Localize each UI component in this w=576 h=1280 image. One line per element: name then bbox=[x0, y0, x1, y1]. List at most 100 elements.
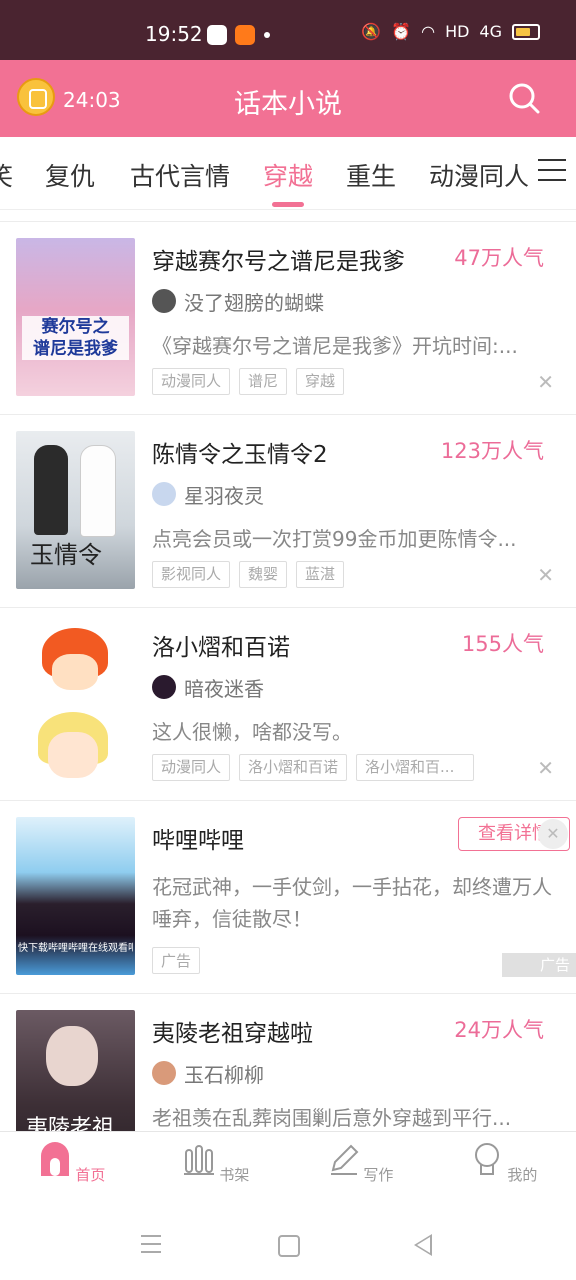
dismiss-icon[interactable]: ✕ bbox=[537, 370, 554, 394]
bookshelf-icon bbox=[183, 1145, 214, 1175]
tag[interactable]: 穿越 bbox=[296, 368, 345, 395]
system-navigation-bar bbox=[0, 1211, 576, 1280]
tab-revenge[interactable]: 复仇 bbox=[45, 157, 95, 193]
book-description: 老祖羡在乱葬岗围剿后意外穿越到平行... bbox=[152, 1106, 512, 1130]
status-time: 19:52 bbox=[145, 22, 203, 46]
alarm-icon: ⏰ bbox=[391, 22, 412, 41]
book-cover[interactable] bbox=[16, 624, 135, 782]
wifi-icon: ◠ bbox=[421, 22, 436, 41]
profile-icon bbox=[474, 1143, 499, 1175]
network-type: HD bbox=[445, 22, 470, 41]
tag-list: 影视同人 魏婴 蓝湛 bbox=[152, 561, 345, 588]
book-list[interactable]: 赛尔号之 谱尼是我爹 穿越赛尔号之谱尼是我爹 47万人气 没了翅膀的蝴蝶 《穿越… bbox=[0, 221, 576, 1132]
nav-bookshelf[interactable]: 书架 bbox=[176, 1142, 256, 1185]
nav-home[interactable]: 首页 bbox=[32, 1142, 112, 1185]
book-cover[interactable]: 赛尔号之 谱尼是我爹 bbox=[16, 238, 135, 396]
ad-tag: 广告 bbox=[152, 947, 201, 974]
author-row[interactable]: 星羽夜灵 bbox=[152, 481, 264, 508]
avatar bbox=[152, 675, 176, 699]
popularity: 123万人气 bbox=[440, 439, 544, 463]
recent-apps-icon[interactable] bbox=[141, 1235, 161, 1253]
battery-icon bbox=[512, 23, 540, 40]
tag-list: 动漫同人 洛小熠和百诺 洛小熠和百... bbox=[152, 754, 475, 781]
ad-close-icon[interactable]: ✕ bbox=[538, 819, 568, 849]
author-row[interactable]: 没了翅膀的蝴蝶 bbox=[152, 288, 324, 315]
cover-title: 谱尼是我爹 bbox=[33, 339, 118, 359]
author-row[interactable]: 暗夜迷香 bbox=[152, 674, 264, 701]
bottom-navigation: 首页 书架 写作 我的 bbox=[0, 1131, 576, 1212]
ad-title[interactable]: 哔哩哔哩 bbox=[152, 821, 244, 855]
nav-write[interactable]: 写作 bbox=[320, 1142, 400, 1185]
nav-label: 写作 bbox=[363, 1166, 394, 1184]
list-item[interactable]: 夷陵老祖 夷陵老祖穿越啦 24万人气 玉石柳柳 老祖羡在乱葬岗围剿后意外穿越到平… bbox=[0, 994, 576, 1132]
dismiss-icon[interactable]: ✕ bbox=[537, 563, 554, 587]
cover-title: 玉情令 bbox=[30, 541, 102, 569]
tab-anime-fanfic[interactable]: 动漫同人 bbox=[429, 157, 529, 193]
ad-description: 花冠武神，一手仗剑，一手拈花，却终遭万人唾弃，信徒散尽！ bbox=[152, 875, 552, 931]
tag[interactable]: 动漫同人 bbox=[152, 368, 231, 395]
book-title[interactable]: 穿越赛尔号之谱尼是我爹 bbox=[152, 242, 405, 276]
tag[interactable]: 魏婴 bbox=[239, 561, 288, 588]
popularity: 155人气 bbox=[461, 632, 544, 656]
author-name: 星羽夜灵 bbox=[184, 483, 264, 508]
status-indicators: 🔕 ⏰ ◠ HD 4G bbox=[361, 22, 540, 41]
book-title[interactable]: 洛小熠和百诺 bbox=[152, 628, 290, 662]
author-name: 玉石柳柳 bbox=[184, 1062, 264, 1087]
book-description: 《穿越赛尔号之谱尼是我爹》开坑时间:... bbox=[152, 334, 518, 358]
tab-time-travel[interactable]: 穿越 bbox=[263, 157, 313, 193]
popularity: 24万人气 bbox=[454, 1018, 544, 1042]
tag[interactable]: 谱尼 bbox=[239, 368, 288, 395]
app-header: 24:03 话本小说 bbox=[0, 60, 576, 137]
ad-item[interactable]: 快下载哔哩哔哩在线观看吧 哔哩哔哩 查看详情 ✕ 花冠武神，一手仗剑，一手拈花，… bbox=[0, 801, 576, 994]
tag[interactable]: 动漫同人 bbox=[152, 754, 231, 781]
tab-ancient-romance[interactable]: 古代言情 bbox=[130, 157, 230, 193]
tab-comedy[interactable]: 笑 bbox=[0, 157, 13, 193]
nav-label: 我的 bbox=[507, 1166, 538, 1184]
book-cover[interactable]: 玉情令 bbox=[16, 431, 135, 589]
tag[interactable]: 洛小熠和百... bbox=[356, 754, 475, 781]
ad-banner-text: 快下载哔哩哔哩在线观看吧 bbox=[18, 943, 133, 954]
signal-type: 4G bbox=[479, 22, 502, 41]
book-title[interactable]: 夷陵老祖穿越啦 bbox=[152, 1014, 313, 1048]
pen-icon bbox=[330, 1144, 359, 1175]
book-description: 这人很懒，啥都没写。 bbox=[152, 720, 352, 744]
author-row[interactable]: 玉石柳柳 bbox=[152, 1060, 264, 1087]
dismiss-icon[interactable]: ✕ bbox=[537, 756, 554, 780]
nav-label: 书架 bbox=[219, 1166, 250, 1184]
active-tab-indicator bbox=[272, 202, 304, 207]
notification-app-icon bbox=[235, 25, 255, 45]
tag[interactable]: 蓝湛 bbox=[296, 561, 345, 588]
ad-label: 广告 bbox=[502, 953, 576, 977]
ad-image[interactable]: 快下载哔哩哔哩在线观看吧 bbox=[16, 817, 135, 975]
category-tabs: 笑 复仇 古代言情 穿越 重生 动漫同人 bbox=[0, 137, 576, 210]
tag[interactable]: 洛小熠和百诺 bbox=[239, 754, 348, 781]
mute-icon: 🔕 bbox=[361, 22, 382, 41]
tag[interactable]: 影视同人 bbox=[152, 561, 231, 588]
popularity: 47万人气 bbox=[454, 246, 544, 270]
tab-rebirth[interactable]: 重生 bbox=[346, 157, 396, 193]
cover-title: 夷陵老祖 bbox=[26, 1116, 115, 1132]
back-icon[interactable] bbox=[414, 1234, 432, 1256]
list-item[interactable]: 洛小熠和百诺 155人气 暗夜迷香 这人很懒，啥都没写。 动漫同人 洛小熠和百诺… bbox=[0, 608, 576, 801]
search-icon[interactable] bbox=[508, 82, 540, 114]
avatar bbox=[152, 289, 176, 313]
list-item[interactable]: 玉情令 陈情令之玉情令2 123万人气 星羽夜灵 点亮会员或一次打赏99金币加更… bbox=[0, 415, 576, 608]
book-description: 点亮会员或一次打赏99金币加更陈情令... bbox=[152, 527, 517, 551]
home-button-icon[interactable] bbox=[278, 1235, 300, 1257]
nav-label: 首页 bbox=[75, 1166, 106, 1184]
notification-dot-icon bbox=[264, 32, 270, 38]
notification-app-icon bbox=[207, 25, 227, 45]
author-name: 暗夜迷香 bbox=[184, 676, 264, 701]
nav-profile[interactable]: 我的 bbox=[464, 1142, 544, 1185]
tag-list: 动漫同人 谱尼 穿越 bbox=[152, 368, 345, 395]
page-title: 话本小说 bbox=[234, 89, 342, 120]
list-item[interactable]: 赛尔号之 谱尼是我爹 穿越赛尔号之谱尼是我爹 47万人气 没了翅膀的蝴蝶 《穿越… bbox=[0, 222, 576, 415]
book-cover[interactable]: 夷陵老祖 bbox=[16, 1010, 135, 1132]
status-bar: 19:52 🔕 ⏰ ◠ HD 4G bbox=[0, 0, 576, 60]
author-name: 没了翅膀的蝴蝶 bbox=[184, 290, 324, 315]
avatar bbox=[152, 1061, 176, 1085]
tab-menu-icon[interactable] bbox=[538, 159, 566, 183]
avatar bbox=[152, 482, 176, 506]
book-title[interactable]: 陈情令之玉情令2 bbox=[152, 435, 328, 469]
home-icon bbox=[40, 1142, 69, 1176]
